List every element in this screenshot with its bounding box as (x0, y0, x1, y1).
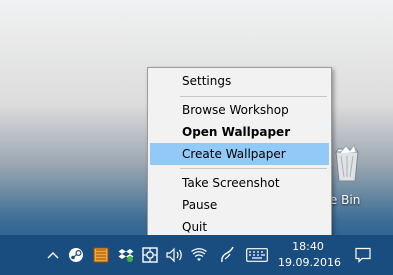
menu-item-open-wallpaper[interactable]: Open Wallpaper (150, 121, 329, 143)
dropbox-icon[interactable] (116, 235, 136, 275)
tray-context-menu: Settings Browse Workshop Open Wallpaper … (147, 67, 332, 240)
clock-date: 19.09.2016 (278, 256, 341, 269)
app-icon[interactable] (140, 235, 160, 275)
menu-separator (180, 168, 327, 169)
chevron-up-icon[interactable] (44, 235, 62, 275)
recycle-bin-icon[interactable] (332, 144, 362, 182)
notification-icon[interactable] (352, 235, 374, 275)
menu-separator (180, 96, 327, 97)
taskbar: 18:40 19.09.2016 (0, 235, 393, 275)
volume-icon[interactable] (165, 235, 185, 275)
menu-item-create-wallpaper[interactable]: Create Wallpaper (150, 143, 329, 165)
wifi-icon[interactable] (189, 235, 209, 275)
menu-item-pause[interactable]: Pause (150, 194, 329, 216)
menu-item-browse-workshop[interactable]: Browse Workshop (150, 99, 329, 121)
pen-icon[interactable] (217, 235, 237, 275)
wallpaper-engine-icon[interactable] (91, 235, 111, 275)
clock-time: 18:40 (292, 240, 324, 253)
menu-item-settings[interactable]: Settings (150, 70, 329, 92)
steam-icon[interactable] (66, 235, 86, 275)
menu-item-take-screenshot[interactable]: Take Screenshot (150, 172, 329, 194)
clock[interactable]: 18:40 19.09.2016 (278, 239, 341, 271)
keyboard-icon[interactable] (244, 235, 270, 275)
